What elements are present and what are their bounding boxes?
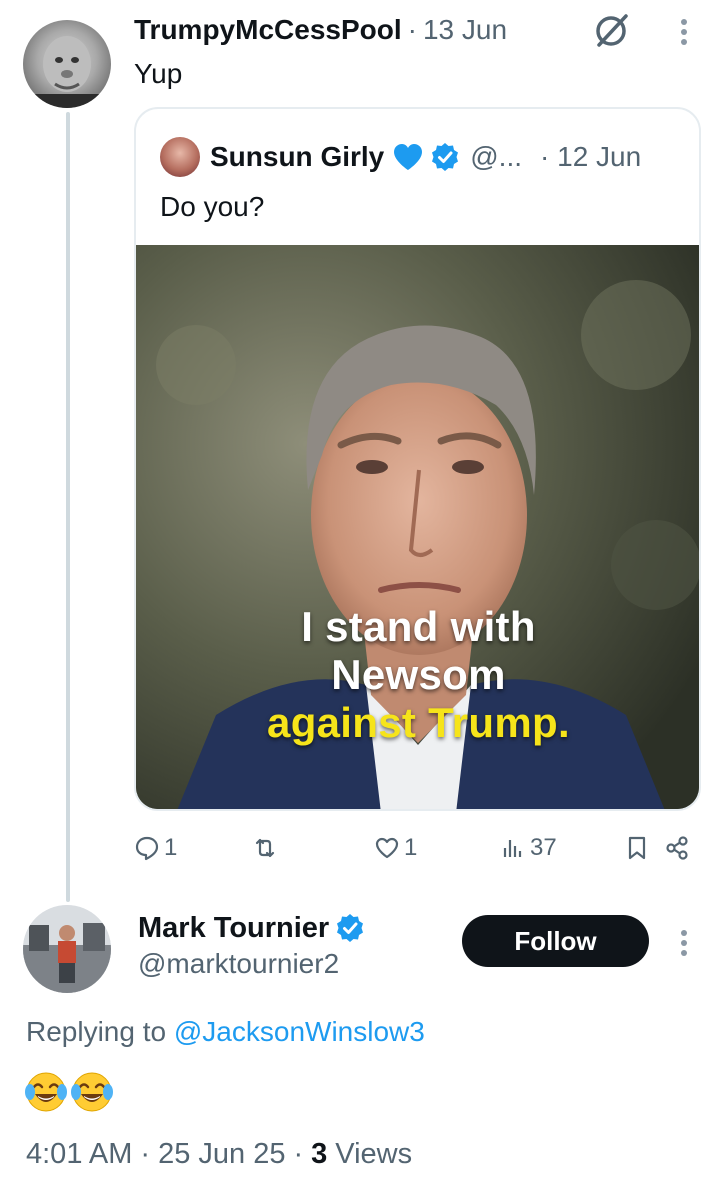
verified-badge-icon [432, 143, 459, 171]
separator-dot: · [407, 14, 417, 45]
quoted-post-card[interactable]: Sunsun Girly @... · 12 Jun Do you? I sta… [134, 107, 701, 811]
more-vertical-icon[interactable] [672, 14, 696, 50]
quoted-date: · 12 Jun [540, 141, 642, 172]
post-time[interactable]: 4:01 AM [26, 1138, 132, 1171]
author-handle[interactable]: @marktournier2 [138, 948, 339, 980]
caption-line-3: against Trump. [267, 699, 570, 746]
author-name[interactable]: Mark Tournier [138, 912, 329, 945]
like-count: 1 [404, 834, 418, 861]
tears-of-joy-emoji-icon [25, 1072, 67, 1112]
author-name[interactable]: TrumpyMcCessPool [134, 14, 402, 46]
separator-dot: · [140, 1138, 151, 1170]
quoted-post-header: Sunsun Girly @... · 12 Jun [160, 137, 675, 177]
image-caption: I stand with Newsom against Trump. [136, 603, 699, 747]
view-count: 37 [530, 834, 557, 861]
quoted-avatar [160, 137, 200, 177]
avatar-face-image [23, 36, 111, 108]
views-button[interactable]: 37 [500, 830, 557, 866]
post-date[interactable]: 13 Jun [423, 14, 507, 46]
quoted-post-image[interactable]: I stand with Newsom against Trump. [136, 245, 699, 809]
post-action-bar: 1 1 37 [134, 830, 701, 866]
share-button[interactable] [664, 830, 690, 866]
replying-to-link[interactable]: @JacksonWinslow3 [174, 1016, 425, 1047]
post-header: TrumpyMcCessPool · 13 Jun [134, 10, 507, 50]
reply-button[interactable]: 1 [134, 830, 177, 866]
avatar[interactable] [23, 20, 111, 108]
caption-line-2: Newsom [331, 651, 506, 698]
caption-line-1: I stand with [301, 603, 536, 650]
quoted-post-text: Do you? [160, 191, 265, 222]
post-text: Yup [134, 58, 183, 89]
bookmark-icon [628, 836, 646, 860]
tears-of-joy-emoji-icon [71, 1072, 113, 1112]
blue-heart-icon [394, 144, 423, 170]
avatar[interactable] [23, 905, 111, 993]
quoted-author-name: Sunsun Girly [210, 141, 385, 172]
grok-icon[interactable] [592, 10, 632, 50]
post-date[interactable]: 25 Jun 25 [158, 1138, 285, 1171]
reply-text-emojis [24, 1070, 116, 1120]
reply-icon [135, 836, 159, 861]
share-icon [666, 836, 688, 860]
more-vertical-icon[interactable] [672, 925, 696, 961]
avatar-photo-image [23, 905, 111, 993]
post-metadata: 4:01 AM · 25 Jun 25 · 3 Views [26, 1138, 412, 1171]
author-row: Mark Tournier [138, 908, 365, 948]
replying-to-line: Replying to @JacksonWinslow3 [26, 1016, 425, 1048]
follow-button[interactable]: Follow [462, 915, 649, 967]
bookmark-button[interactable] [624, 830, 650, 866]
replying-prefix: Replying to [26, 1016, 174, 1047]
thread-connector-line [66, 112, 70, 902]
views-chart-icon [503, 840, 522, 857]
separator-dot: · [293, 1138, 304, 1170]
verified-badge-icon [337, 914, 364, 942]
reply-count: 1 [164, 834, 178, 861]
views-count: 3 [311, 1138, 328, 1170]
like-icon [375, 837, 399, 859]
repost-button[interactable] [252, 830, 282, 866]
views-label: Views [335, 1138, 413, 1170]
like-button[interactable]: 1 [374, 830, 417, 866]
repost-icon [255, 838, 275, 858]
quoted-handle: @... [470, 141, 523, 172]
